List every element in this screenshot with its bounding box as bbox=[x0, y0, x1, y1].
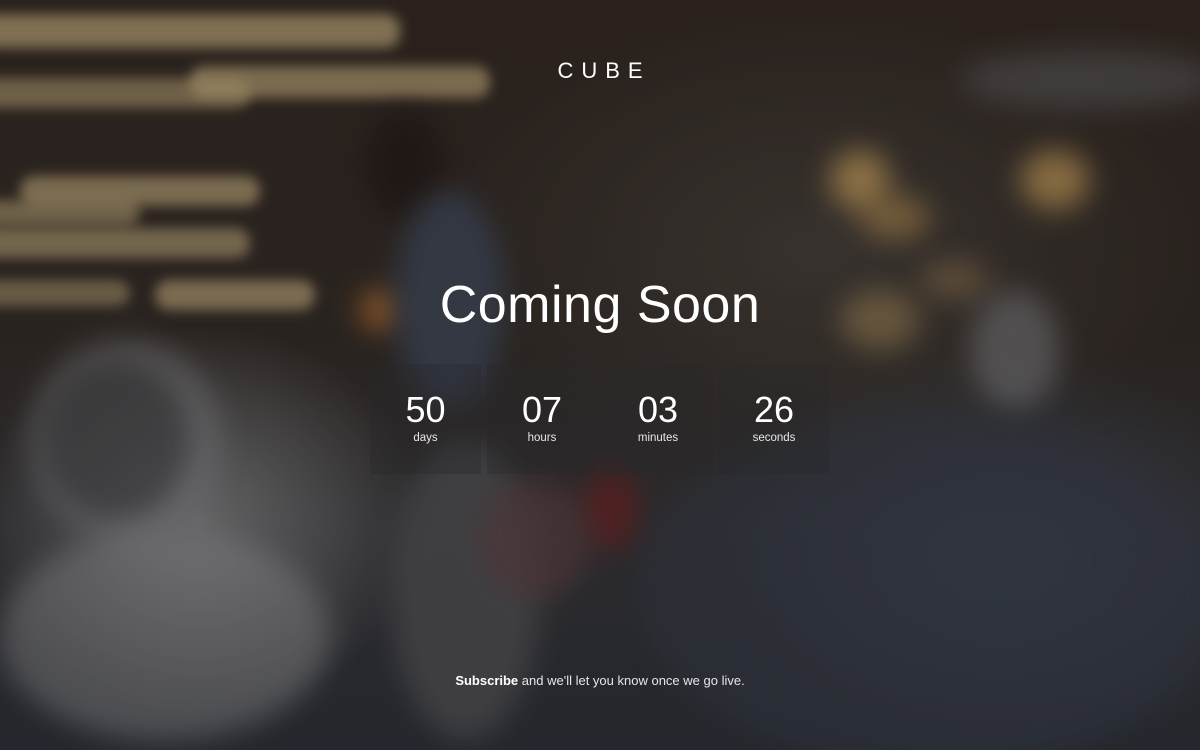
subscribe-text: and we'll let you know once we go live. bbox=[521, 673, 745, 688]
countdown-unit: minutes bbox=[637, 432, 679, 444]
countdown-unit: hours bbox=[527, 432, 557, 444]
countdown-days: 50 days bbox=[370, 364, 481, 474]
countdown-timer: 50 days 07 hours 03 minutes 26 seconds bbox=[370, 364, 829, 474]
countdown-minutes: 03 minutes bbox=[603, 364, 713, 474]
subscribe-link[interactable]: Subscribe bbox=[455, 673, 518, 688]
page-title: Coming Soon bbox=[439, 276, 761, 334]
countdown-hours: 07 hours bbox=[487, 364, 597, 474]
countdown-value: 26 bbox=[753, 389, 795, 430]
countdown-unit: days bbox=[413, 432, 438, 444]
subscribe-message: Subscribe and we'll let you know once we… bbox=[0, 673, 1200, 688]
countdown-value: 50 bbox=[405, 389, 446, 430]
countdown-value: 07 bbox=[521, 389, 563, 430]
brand-logo[interactable]: CUBE bbox=[0, 58, 1200, 84]
countdown-value: 03 bbox=[637, 389, 679, 430]
countdown-unit: seconds bbox=[752, 432, 796, 444]
countdown-seconds: 26 seconds bbox=[719, 364, 829, 474]
